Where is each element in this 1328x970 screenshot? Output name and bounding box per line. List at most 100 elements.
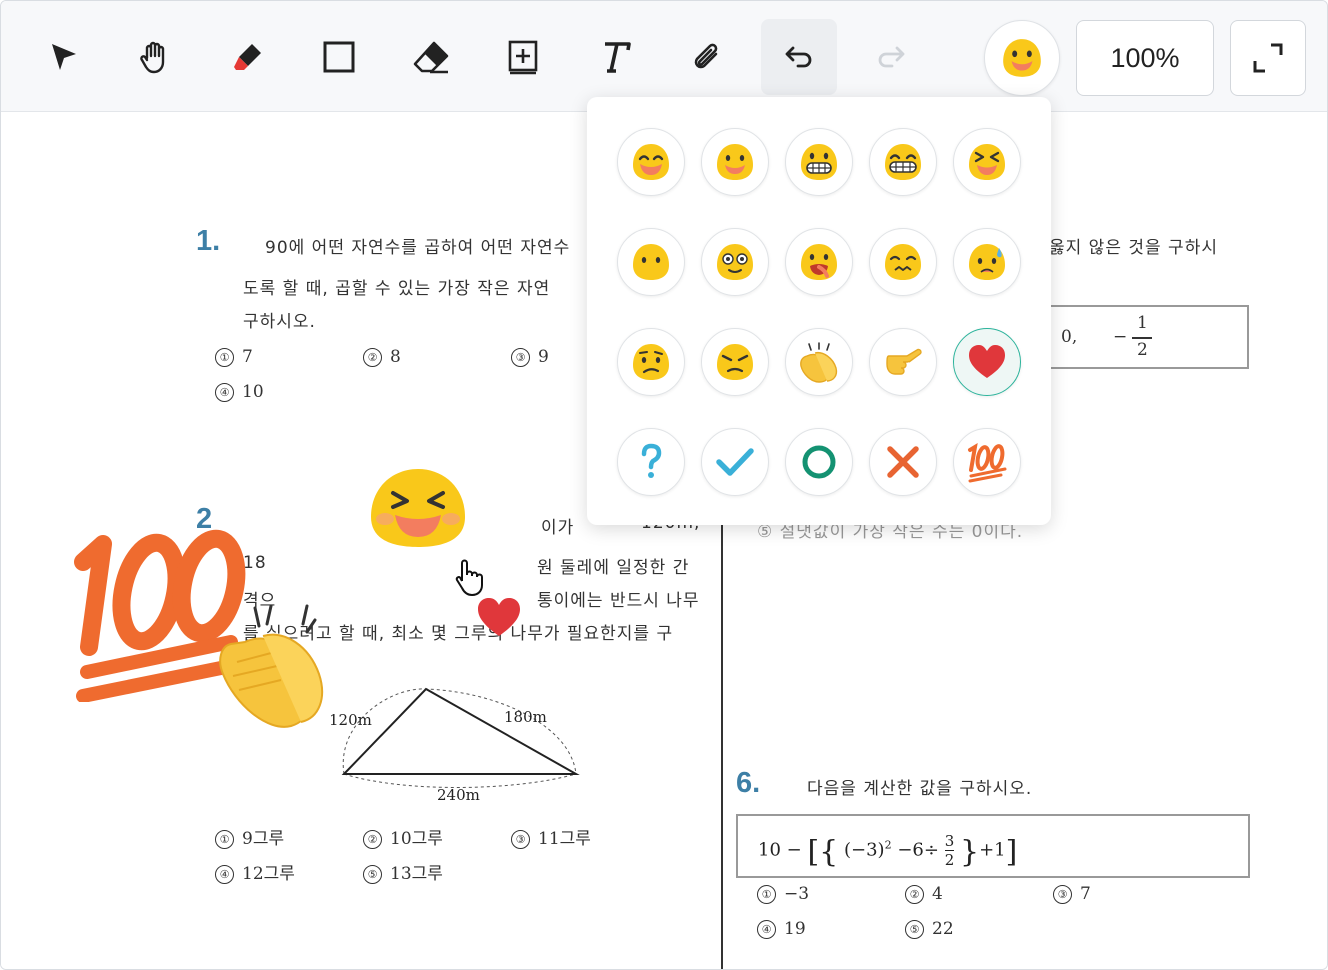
emoji-flushed-face[interactable] xyxy=(701,228,769,296)
check-mark-icon xyxy=(716,448,754,476)
heart-icon xyxy=(969,345,1005,378)
select-tool-button[interactable] xyxy=(25,19,101,95)
cross-x-icon xyxy=(887,446,919,478)
grin-face-icon xyxy=(801,144,837,180)
undo-icon xyxy=(785,46,812,68)
question-6-expression-box: 10 − [{ (−3)2 −6÷ 3 2 }+1] xyxy=(736,814,1250,878)
choice-value: 19 xyxy=(784,919,806,939)
emoji-smile-face[interactable] xyxy=(701,128,769,196)
emoji-sweat-face[interactable] xyxy=(953,228,1021,296)
text-tool-button[interactable] xyxy=(577,19,653,95)
fraction-bar xyxy=(1132,337,1152,339)
q6-choice-4: ④ 19 xyxy=(757,919,806,939)
question-2-fragment-c: 원 둘레에 일정한 간 xyxy=(537,558,690,578)
hand-cursor-icon xyxy=(455,559,483,596)
choice-value: 12그루 xyxy=(242,864,295,884)
question-6-expression: 10 − [{ (−3)2 −6÷ 3 2 }+1] xyxy=(758,832,1018,870)
text-t-icon xyxy=(605,42,631,73)
choice-value: 9 xyxy=(538,347,549,367)
emoji-check-mark[interactable] xyxy=(701,428,769,496)
zoom-level-button[interactable]: 100% xyxy=(1076,20,1214,96)
emoji-squint-laugh-face[interactable] xyxy=(953,128,1021,196)
clapping-hands-icon xyxy=(800,342,838,383)
question-2-fragment-a: 이가 xyxy=(541,518,575,538)
emoji-angry-face[interactable] xyxy=(701,328,769,396)
pen-tool-button[interactable] xyxy=(209,19,285,95)
choice-marker: ④ xyxy=(215,383,234,402)
neutral-face-icon xyxy=(633,244,669,280)
squint-laugh-face-sticker[interactable] xyxy=(369,467,467,549)
emoji-big-grin-face[interactable] xyxy=(869,128,937,196)
emoji-picker-popover xyxy=(587,97,1051,525)
eraser-tool-button[interactable] xyxy=(393,19,469,95)
redo-button[interactable] xyxy=(853,19,929,95)
q2-choice-1: ① 9그루 xyxy=(215,824,284,849)
emoji-clapping-hands[interactable] xyxy=(785,328,853,396)
q6-choice-3: ③7 xyxy=(1053,884,1091,904)
emoji-neutral-face[interactable] xyxy=(617,228,685,296)
emoji-heart[interactable] xyxy=(953,328,1021,396)
weary-face-icon xyxy=(885,244,921,280)
squint-laugh-face-icon xyxy=(969,144,1005,180)
question-6-number: 6. xyxy=(736,767,761,799)
question-5-fragment: 옳지 않은 것을 구하시 xyxy=(1049,233,1218,258)
question-1-line-2: 도록 할 때, 곱할 수 있는 가장 작은 자연 xyxy=(243,279,551,299)
emoji-picker-button[interactable] xyxy=(984,20,1060,96)
question-6-text: 다음을 계산한 값을 구하시오. xyxy=(807,779,1033,799)
expand-button[interactable] xyxy=(1230,20,1306,96)
emoji-cross-x[interactable] xyxy=(869,428,937,496)
choice-marker: ② xyxy=(905,885,924,904)
redo-icon xyxy=(878,46,905,68)
choice-value: −3 xyxy=(784,884,810,904)
pan-tool-button[interactable] xyxy=(117,19,193,95)
choice-marker: ⑤ xyxy=(905,920,924,939)
q2-choice-2: ② 10그루 xyxy=(363,824,443,849)
choice-value: 10그루 xyxy=(390,829,443,849)
clapping-hands-sticker[interactable] xyxy=(215,602,335,732)
choice-marker: ② xyxy=(363,830,382,849)
undo-button[interactable] xyxy=(761,19,837,95)
hundred-points-icon xyxy=(968,443,1007,483)
triangle-diagram: 120m 180m 240m xyxy=(331,687,580,802)
emoji-laugh-face[interactable] xyxy=(617,128,685,196)
emoji-confused-face[interactable] xyxy=(617,328,685,396)
zoom-level-label: 100% xyxy=(1110,42,1180,73)
sweat-face-icon xyxy=(969,244,1005,280)
rectangle-tool-button[interactable] xyxy=(301,19,377,95)
emoji-tongue-face[interactable] xyxy=(785,228,853,296)
q6-choice-2: ②4 xyxy=(905,884,943,904)
q1-choice-1: ①7 xyxy=(215,347,253,367)
expr-plus-one: +1 xyxy=(979,839,1006,861)
question-1-number: 1. xyxy=(196,225,221,257)
expr-numerator: 3 xyxy=(944,832,955,851)
q1-choice-3: ③9 xyxy=(511,347,549,367)
triangle-label-left: 120m xyxy=(331,711,372,729)
emoji-weary-face[interactable] xyxy=(869,228,937,296)
choice-marker: ③ xyxy=(1053,885,1072,904)
add-box-tool-button[interactable] xyxy=(485,19,561,95)
question-2-fragment-f: 통이에는 반드시 나무 xyxy=(537,591,700,611)
hand-icon xyxy=(140,41,165,74)
q2-choice-4: ④ 12그루 xyxy=(215,859,295,884)
emoji-grin-face[interactable] xyxy=(785,128,853,196)
q2-choice-5: ⑤ 13그루 xyxy=(363,859,443,884)
emoji-circle-o[interactable] xyxy=(785,428,853,496)
smile-face-icon xyxy=(1003,39,1041,77)
emoji-hundred-points[interactable] xyxy=(953,428,1021,496)
box-value-zero: 0, xyxy=(1061,327,1078,347)
arrow-pointer-icon xyxy=(52,44,76,70)
emoji-thumb-hand[interactable] xyxy=(869,328,937,396)
choice-value: 4 xyxy=(932,884,943,904)
choice-value: 9그루 xyxy=(242,829,285,849)
attach-tool-button[interactable] xyxy=(669,19,745,95)
big-grin-face-icon xyxy=(885,144,921,180)
expr-ten: 10 xyxy=(758,839,781,861)
question-1-line-3: 구하시오. xyxy=(243,312,316,332)
box-fraction-numerator: 1 xyxy=(1137,313,1148,333)
heart-sticker[interactable] xyxy=(476,596,522,638)
emoji-question-mark[interactable] xyxy=(617,428,685,496)
triangle-label-base: 240m xyxy=(437,786,480,802)
confused-face-icon xyxy=(633,344,669,380)
choice-value: 10 xyxy=(242,382,264,402)
eraser-icon xyxy=(413,41,449,74)
